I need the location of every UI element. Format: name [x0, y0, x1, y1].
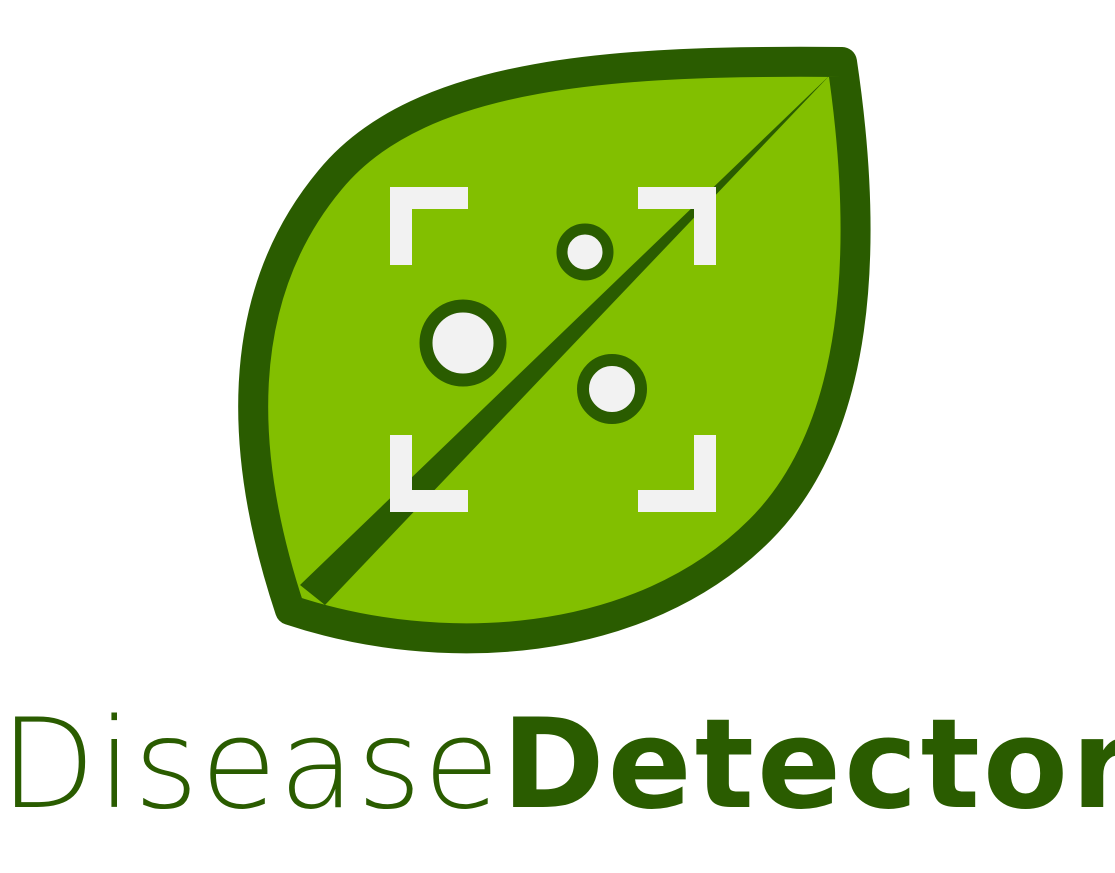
disease-spot-small	[556, 223, 614, 281]
disease-spot-medium	[577, 354, 647, 424]
logo: DiseaseDetector	[0, 0, 1115, 873]
leaf-scan-icon	[238, 46, 871, 654]
brand-wordmark: DiseaseDetector	[0, 690, 1115, 840]
brand-name-light: Disease	[0, 693, 502, 837]
brand-name-bold: Detector	[501, 693, 1115, 837]
disease-spot-large	[419, 299, 507, 387]
